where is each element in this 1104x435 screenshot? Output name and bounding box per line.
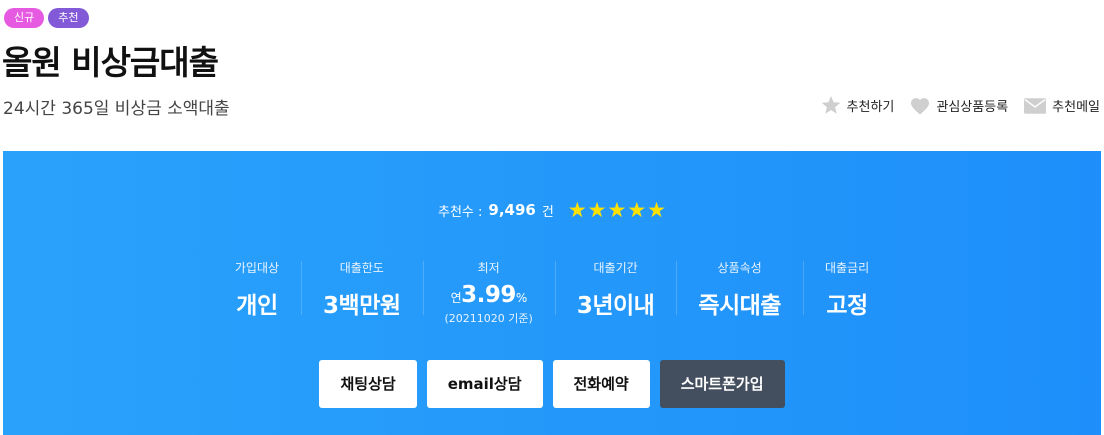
product-title: 올원 비상금대출: [2, 43, 219, 82]
product-summary-panel: 추천수 : 9,496 건 ★ ★ ★ ★ ★ 가입대상 개인 대출한도 3백만…: [3, 151, 1101, 435]
stat-period-label: 대출기간: [593, 261, 638, 275]
stat-target: 가입대상 개인: [213, 259, 301, 326]
stat-rate-type-value: 고정: [826, 293, 868, 319]
favorite-action[interactable]: 관심상품등록: [910, 96, 1008, 115]
stat-rate-type: 대출금리 고정: [802, 259, 891, 326]
stat-attribute-value: 즉시대출: [698, 293, 781, 319]
stat-target-label: 가입대상: [234, 261, 280, 275]
star-icon: [821, 96, 840, 114]
star-rating: ★ ★ ★ ★ ★: [567, 198, 666, 222]
badge-group: 신규 추천: [4, 8, 89, 28]
stat-limit-label: 대출한도: [339, 261, 384, 275]
smartphone-signup-button[interactable]: 스마트폰가입: [659, 360, 785, 408]
chat-consult-button[interactable]: 채팅상담: [319, 360, 417, 408]
stat-limit: 대출한도 3백만원: [301, 259, 422, 326]
new-badge: 신규: [4, 8, 45, 28]
recommend-count-value: 9,496: [488, 201, 536, 219]
heart-icon: [911, 97, 930, 115]
star-icon: ★: [567, 198, 587, 222]
stat-target-value: 개인: [236, 293, 278, 319]
stat-limit-value: 3백만원: [323, 293, 401, 319]
star-icon: ★: [587, 198, 607, 222]
action-links: 추천하기 관심상품등록 추천메일: [821, 96, 1100, 115]
stat-min-rate-number: 3.99: [461, 282, 516, 308]
stats-row: 가입대상 개인 대출한도 3백만원 최저 연3.99% (20211020 기준…: [3, 259, 1101, 326]
star-icon: ★: [647, 198, 666, 222]
recommend-action-label: 추천하기: [846, 100, 895, 115]
stat-min-rate-unit: %: [515, 291, 527, 305]
mail-icon: [1024, 97, 1047, 114]
star-icon: ★: [607, 198, 627, 222]
mail-action[interactable]: 추천메일: [1024, 96, 1100, 115]
email-consult-button[interactable]: email상담: [426, 360, 543, 408]
recommend-count-label: 추천수 :: [438, 204, 483, 220]
stat-period: 대출기간 3년이내: [554, 259, 676, 326]
stat-period-value: 3년이내: [576, 293, 655, 319]
stat-min-rate-value: 연3.99%: [445, 282, 533, 308]
mail-action-label: 추천메일: [1052, 100, 1100, 115]
consult-buttons: 채팅상담 email상담 전화예약 스마트폰가입: [3, 360, 1101, 408]
recommend-action[interactable]: 추천하기: [821, 96, 895, 115]
stat-min-rate: 최저 연3.99% (20211020 기준): [422, 259, 555, 326]
stat-min-rate-note: (20211020 기준): [444, 312, 533, 325]
recommend-count-unit: 건: [541, 204, 554, 220]
stat-attribute: 상품속성 즉시대출: [676, 259, 803, 326]
recommend-count-row: 추천수 : 9,496 건 ★ ★ ★ ★ ★: [3, 198, 1101, 222]
product-subtitle: 24시간 365일 비상금 소액대출: [3, 99, 230, 119]
recommend-badge: 추천: [48, 8, 89, 28]
star-icon: ★: [627, 198, 647, 222]
stat-attribute-label: 상품속성: [717, 261, 762, 275]
stat-min-rate-prefix: 연: [450, 291, 462, 305]
phone-reservation-button[interactable]: 전화예약: [552, 360, 650, 408]
stat-min-rate-label: 최저: [477, 261, 500, 275]
favorite-action-label: 관심상품등록: [936, 100, 1009, 115]
stat-rate-type-label: 대출금리: [824, 261, 870, 275]
